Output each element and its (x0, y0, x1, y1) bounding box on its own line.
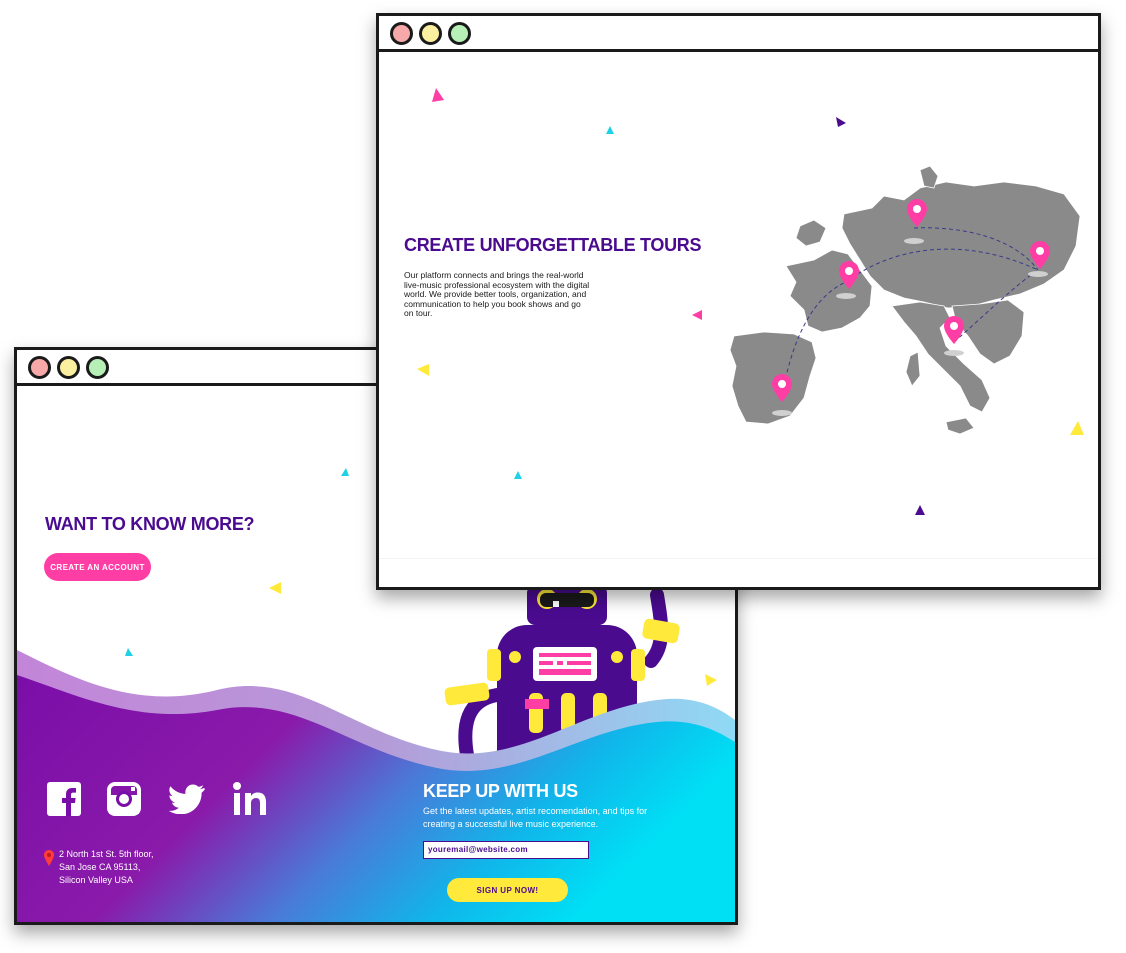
cyan-triangle-decoration (341, 468, 349, 476)
rome-pin-icon[interactable] (944, 316, 964, 344)
madrid-pin-icon[interactable] (772, 374, 792, 402)
cyan-triangle-decoration (514, 471, 522, 479)
maximize-dot[interactable] (86, 356, 109, 379)
cyan-triangle-decoration (606, 126, 614, 134)
newsletter-heading: KEEP UP WITH US (423, 781, 578, 801)
close-dot[interactable] (390, 22, 413, 45)
facebook-icon[interactable] (47, 782, 81, 816)
purple-triangle-decoration (915, 505, 925, 515)
instagram-icon[interactable] (107, 782, 141, 816)
newsletter-desc-line-2: creating a successful live music experie… (423, 819, 599, 829)
minimize-dot[interactable] (57, 356, 80, 379)
berlin-pin-icon[interactable] (907, 199, 927, 227)
pink-triangle-decoration (432, 88, 444, 102)
create-tours-heading: CREATE UNFORGETTABLE TOURS (404, 235, 702, 255)
address-line-3: Silicon Valley USA (59, 875, 133, 885)
purple-triangle-decoration (836, 117, 846, 127)
front-window-bottom-strip (379, 558, 1098, 587)
linkedin-icon[interactable] (233, 782, 267, 816)
paris-pin-icon[interactable] (839, 261, 859, 289)
kiev-pin-icon[interactable] (1030, 241, 1050, 269)
want-to-know-heading: WANT TO KNOW MORE? (45, 514, 255, 534)
address-line-1: 2 North 1st St. 5th floor, (59, 849, 154, 859)
yellow-triangle-decoration (417, 364, 429, 376)
address-line-2: San Jose CA 95113, (59, 862, 141, 872)
pink-triangle-decoration (692, 310, 702, 320)
desc-line-5: on tour. (404, 308, 433, 318)
email-field[interactable]: youremail@website.com (423, 841, 589, 859)
sign-up-button[interactable]: SIGN UP NOW! (447, 878, 568, 902)
front-window-titlebar (379, 16, 1098, 52)
europe-map (729, 166, 1081, 435)
maximize-dot[interactable] (448, 22, 471, 45)
tours-description: Our platform connects and brings the rea… (404, 270, 624, 319)
newsletter-desc-line-1: Get the latest updates, artist recomenda… (423, 806, 648, 816)
location-pin-icon (44, 850, 54, 866)
front-browser-window: CREATE UNFORGETTABLE TOURS Our platform … (376, 13, 1101, 590)
desc-line-4: communication to help you book shows and… (404, 298, 581, 309)
close-dot[interactable] (28, 356, 51, 379)
yellow-triangle-decoration (269, 582, 281, 594)
create-account-button[interactable]: CREATE AN ACCOUNT (44, 553, 151, 581)
email-field-value: youremail@website.com (428, 845, 528, 854)
minimize-dot[interactable] (419, 22, 442, 45)
twitter-icon[interactable] (169, 784, 205, 814)
